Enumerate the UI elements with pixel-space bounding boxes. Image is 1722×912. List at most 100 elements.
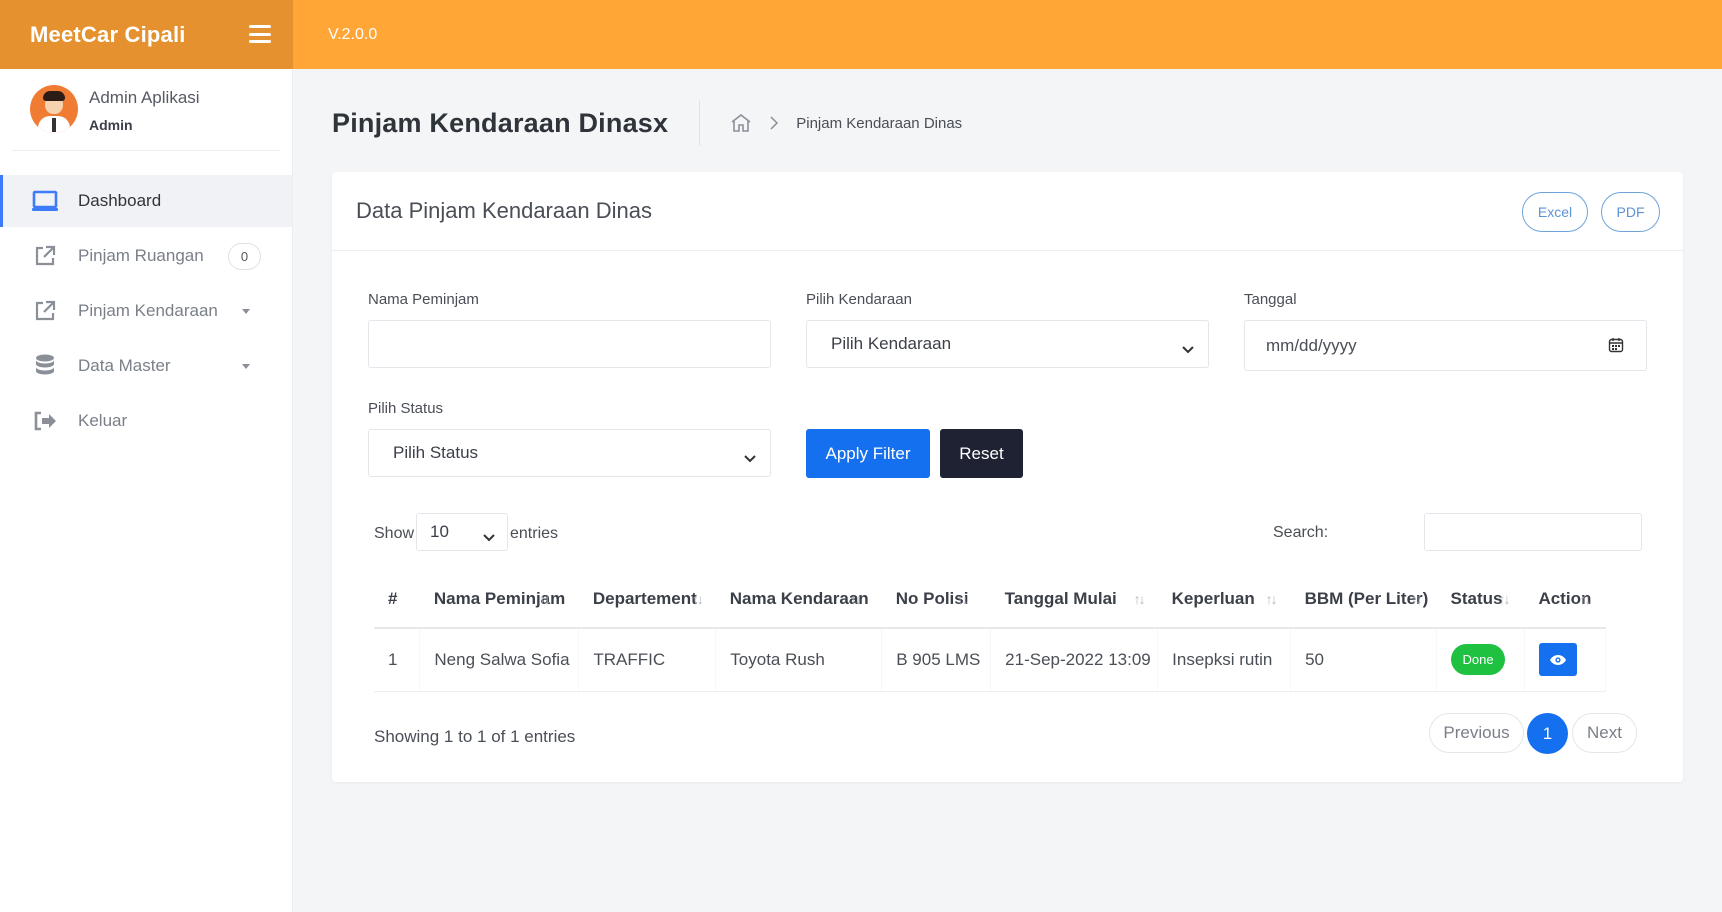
database-icon [32,353,58,379]
table-info: Showing 1 to 1 of 1 entries [374,727,576,746]
tanggal-input[interactable]: mm/dd/yyyy [1244,320,1647,371]
cell-nama-peminjam: Neng Salwa Sofia [419,628,580,692]
column-header[interactable]: Departement ↑↓ [578,571,716,629]
pagination-page-1[interactable]: 1 [1527,713,1568,754]
chevron-right-icon [766,116,782,130]
home-icon[interactable] [730,112,752,134]
app-name: MeetCar Cipali [30,21,186,47]
cell-bbm: 50 [1290,628,1438,692]
status-badge: Done [1451,644,1506,676]
sort-icon: ↑↓ [1498,591,1511,607]
sidebar-item-keluar[interactable]: Keluar [0,395,292,447]
search-input[interactable] [1424,513,1642,551]
search-label: Search: [1273,524,1329,541]
sidebar-item-pinjam-ruangan[interactable]: Pinjam Ruangan 0 [0,230,292,282]
chevron-down-icon [1182,339,1194,359]
sort-icon: ↑↓ [691,591,704,607]
export-pdf-button[interactable]: PDF [1601,192,1660,232]
sort-icon: ↑↓ [538,591,551,607]
sidebar: Admin Aplikasi Admin Dashboard Pinjam Ru… [0,69,293,912]
card-header: Data Pinjam Kendaraan Dinas Excel PDF [332,172,1683,251]
chevron-down-icon [744,448,756,468]
chevron-down-icon [483,527,495,547]
sort-icon: ↑↓ [849,591,862,607]
kendaraan-select[interactable]: Pilih Kendaraan [806,320,1209,368]
sidebar-item-data-master[interactable]: Data Master [0,340,292,392]
monitor-icon [32,188,58,214]
caret-down-icon [242,364,250,369]
caret-down-icon [242,309,250,314]
entries-length-value: 10 [430,522,449,541]
app-version: V.2.0.0 [328,25,378,43]
column-header[interactable]: Nama Kendaraan ↑↓ [715,571,882,629]
pagination-previous[interactable]: Previous [1429,713,1524,753]
show-label: Show [374,525,415,542]
cell-keperluan: Insepksi rutin [1157,628,1292,692]
column-header[interactable]: Keperluan ↑↓ [1157,571,1291,629]
hamburger-menu-icon[interactable] [249,25,271,43]
sidebar-item-pinjam-kendaraan[interactable]: Pinjam Kendaraan [0,285,292,337]
calendar-icon[interactable] [1608,337,1624,358]
page-title: Pinjam Kendaraan Dinasx [332,107,669,138]
sidebar-item-label: Data Master [78,356,171,375]
status-select[interactable]: Pilih Status [368,429,771,477]
nama-peminjam-input[interactable] [368,320,771,368]
brand-bar: MeetCar Cipali [0,0,293,69]
column-header[interactable]: No Polisi ↑↓ [881,571,991,629]
cell-tanggal-mulai: 21-Sep-2022 13:09 [990,628,1159,692]
pilih-status-label: Pilih Status [368,400,444,417]
column-header[interactable]: BBM (Per Liter) ↑↓ [1290,571,1437,629]
apply-filter-button[interactable]: Apply Filter [806,429,930,478]
status-select-value: Pilih Status [393,443,479,462]
sort-icon: ↑↓ [1133,591,1146,607]
sign-out-icon [32,408,58,434]
external-link-icon [32,243,58,269]
tanggal-placeholder: mm/dd/yyyy [1266,335,1357,355]
sort-icon: ↑↓ [1410,591,1423,607]
column-header[interactable]: Tanggal Mulai ↑↓ [990,571,1158,629]
cell-departement: TRAFFIC [578,628,717,692]
avatar [30,85,78,133]
export-excel-button[interactable]: Excel [1522,192,1588,232]
breadcrumb-current: Pinjam Kendaraan Dinas [796,114,963,132]
external-link-icon [32,298,58,324]
eye-icon [1549,650,1566,670]
sidebar-item-label: Keluar [78,411,128,430]
view-detail-button[interactable] [1538,643,1577,677]
entries-label: entries [510,525,559,542]
top-navbar: V.2.0.0 [293,0,1722,69]
sidebar-item-label: Dashboard [78,191,162,210]
nama-peminjam-label: Nama Peminjam [368,291,479,308]
pilih-kendaraan-label: Pilih Kendaraan [806,291,912,308]
column-header[interactable]: # [374,571,420,629]
page-header: Pinjam Kendaraan Dinasx Pinjam Kendaraan… [332,100,962,146]
entries-length-select[interactable]: 10 [416,513,508,551]
cell-status: Done [1436,628,1525,692]
sort-icon: ↑↓ [1265,591,1278,607]
user-role: Admin [89,117,133,133]
user-name: Admin Aplikasi [89,88,200,107]
cell-no-polisi: B 905 LMS [881,628,992,692]
header-divider [699,100,701,146]
data-table: # Nama Peminjam ↑↓ Departement ↑↓ Nama Ken… [374,571,1607,692]
sort-icon: ↑↓ [1579,591,1591,607]
sidebar-item-dashboard[interactable]: Dashboard [0,175,292,227]
card-title: Data Pinjam Kendaraan Dinas [356,198,652,223]
cell-no: 1 [374,628,421,692]
column-header[interactable]: Status ↑↓ [1436,571,1525,629]
column-header[interactable]: Nama Peminjam ↑↓ [419,571,579,629]
reset-button[interactable]: Reset [940,429,1023,478]
sidebar-menu: Dashboard Pinjam Ruangan 0 Pinjam Kendar… [0,175,292,447]
pagination-next[interactable]: Next [1572,713,1637,753]
cell-nama-kendaraan: Toyota Rush [715,628,883,692]
data-card: Data Pinjam Kendaraan Dinas Excel PDF Na… [332,172,1683,782]
column-header[interactable]: Action ↑↓ [1524,571,1606,629]
cell-action [1524,628,1607,692]
table-row: 1 Neng Salwa Sofia TRAFFIC Toyota Rush B… [374,628,1607,692]
tanggal-label: Tanggal [1244,291,1297,308]
table-header-row: # Nama Peminjam ↑↓ Departement ↑↓ Nama Ken… [374,571,1606,629]
count-badge: 0 [228,243,261,270]
sort-icon: ↑↓ [956,591,969,607]
sidebar-item-label: Pinjam Ruangan [78,246,204,265]
user-panel: Admin Aplikasi Admin [12,69,280,151]
